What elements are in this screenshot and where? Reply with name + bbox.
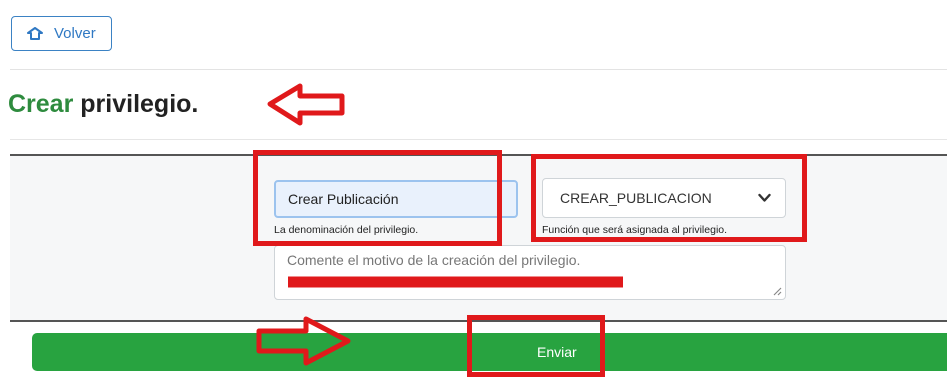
reason-textarea[interactable] [274, 245, 786, 300]
divider [10, 69, 947, 70]
resize-grip-icon[interactable] [772, 286, 782, 296]
page-title-accent: Crear [8, 90, 74, 118]
chevron-down-icon [758, 193, 771, 202]
back-button[interactable]: Volver [11, 16, 112, 51]
divider [10, 139, 947, 140]
privilege-function-value: CREAR_PUBLICACION [560, 190, 712, 206]
page-title-rest: privilegio. [80, 90, 199, 118]
privilege-name-help: La denominación del privilegio. [274, 224, 419, 236]
back-arrow-icon [26, 26, 44, 42]
privilege-function-select[interactable]: CREAR_PUBLICACION [542, 178, 786, 218]
annotation-arrow-left [267, 83, 345, 126]
submit-button-label: Enviar [537, 344, 577, 360]
page-title: Crear privilegio. [8, 90, 198, 119]
submit-button[interactable]: Enviar [32, 333, 947, 371]
back-button-label: Volver [54, 25, 96, 42]
privilege-name-input[interactable] [274, 180, 518, 218]
page: Volver Crear privilegio. La denominación… [0, 0, 947, 377]
privilege-function-help: Función que será asignada al privilegio. [542, 224, 728, 236]
